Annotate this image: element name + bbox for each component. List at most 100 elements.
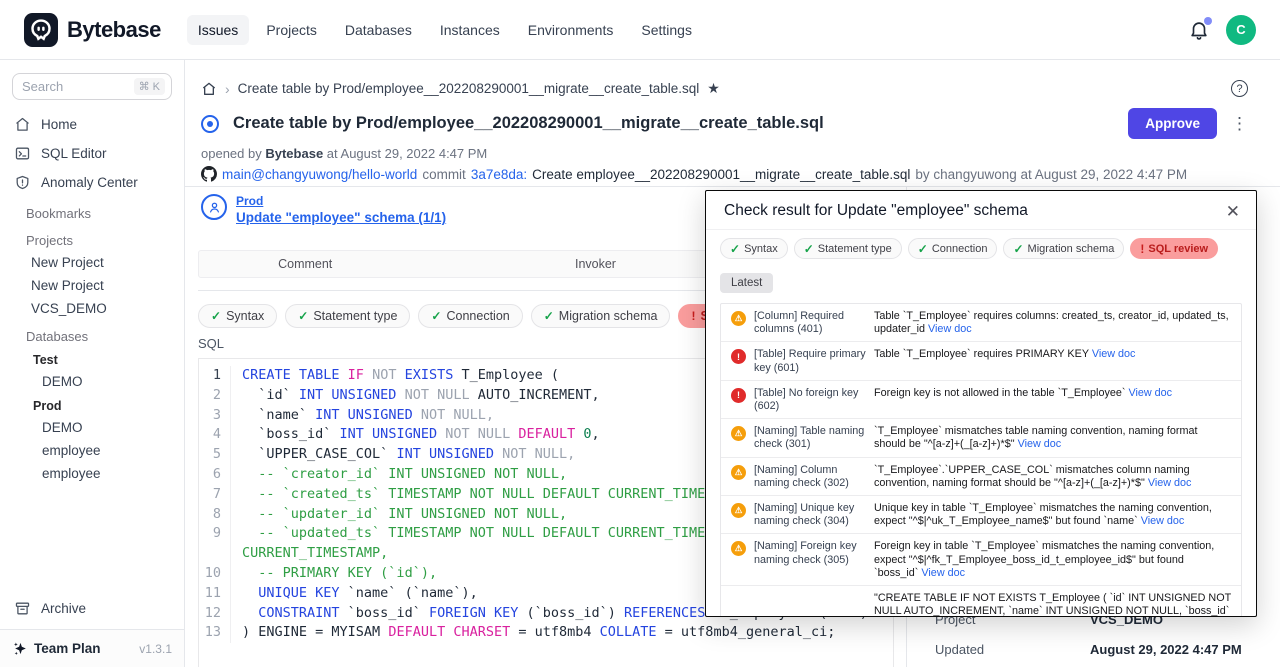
plan-label: Team Plan — [34, 641, 101, 656]
nav-item-issues[interactable]: Issues — [187, 15, 249, 45]
opened-prefix: opened by — [201, 146, 262, 161]
projects-list: New ProjectNew ProjectVCS_DEMO — [0, 251, 184, 320]
view-doc-link[interactable]: View doc — [1141, 515, 1185, 527]
stage-environment-link[interactable]: Prod — [236, 194, 446, 208]
line-number: 3 — [199, 406, 231, 426]
check-pill-connection[interactable]: ✓Connection — [908, 238, 998, 259]
sidebar-item-label: Anomaly Center — [41, 175, 138, 190]
line-number: 9 — [199, 524, 231, 564]
nav-item-projects[interactable]: Projects — [255, 15, 328, 45]
check-pass-icon: ✓ — [431, 309, 441, 323]
left-sidebar: ⌘ K Home SQL Editor Anomaly Center Bookmar… — [0, 60, 185, 667]
sidebar-item-label: SQL Editor — [41, 146, 107, 161]
top-navbar: Bytebase IssuesProjectsDatabasesInstance… — [0, 0, 1280, 60]
project-item-new-project[interactable]: New Project — [0, 251, 184, 274]
plan-row[interactable]: Team Plan v1.3.1 — [0, 629, 184, 667]
modal-check-pills: ✓Syntax✓Statement type✓Connection✓Migrat… — [720, 238, 1242, 259]
sidebar-item-anomaly-center[interactable]: Anomaly Center — [0, 168, 184, 197]
check-pill-label: Migration schema — [1028, 243, 1115, 255]
help-icon[interactable]: ? — [1231, 80, 1248, 97]
commit-hash-link[interactable]: 3a7e8da: — [471, 167, 527, 182]
warning-icon: ⚠ — [731, 503, 746, 518]
search-shortcut-badge: ⌘ K — [134, 78, 165, 95]
nav-item-instances[interactable]: Instances — [429, 15, 511, 45]
project-item-new-project[interactable]: New Project — [0, 274, 184, 297]
bytebase-logo[interactable]: Bytebase — [24, 13, 161, 47]
sidebar-item-sql-editor[interactable]: SQL Editor — [0, 139, 184, 168]
nav-item-environments[interactable]: Environments — [517, 15, 625, 45]
check-description: Foreign key is not allowed in the table … — [874, 386, 1231, 400]
databases-list: TestDEMOProdDEMOemployeeemployee — [0, 347, 184, 485]
check-pill-label: Connection — [446, 309, 509, 323]
issue-title-row: Create table by Prod/employee__202208290… — [201, 108, 1248, 139]
line-number: 10 — [199, 564, 231, 584]
sparkle-icon — [12, 640, 29, 657]
line-number: 11 — [199, 584, 231, 604]
vcs-commit-line: main@changyuwong/hello-world commit 3a7e… — [201, 166, 1187, 182]
check-pill-connection[interactable]: ✓ Connection — [418, 304, 522, 328]
view-doc-link[interactable]: View doc — [1092, 348, 1136, 360]
issue-open-status-icon — [201, 115, 219, 133]
check-pill-label: Syntax — [744, 243, 778, 255]
breadcrumb: › Create table by Prod/employee__2022082… — [201, 80, 720, 97]
check-pill-statement-type[interactable]: ✓Statement type — [285, 304, 410, 328]
check-pill-syntax[interactable]: ✓Syntax — [720, 238, 788, 259]
view-doc-link[interactable]: View doc — [1018, 438, 1062, 450]
warning-icon: ⚠ — [731, 426, 746, 441]
bookmarks-heading: Bookmarks — [0, 197, 184, 224]
sql-section-label: SQL — [198, 336, 224, 351]
database-item-employee[interactable]: employee — [0, 462, 184, 485]
check-pill-migration-schema[interactable]: ✓Migration schema — [1003, 238, 1124, 259]
view-doc-link[interactable]: View doc — [1148, 477, 1192, 489]
check-pills-row: ✓Syntax ✓Statement type ✓ Connection ✓Migrat… — [198, 304, 781, 328]
stage-task-link[interactable]: Update "employee" schema (1/1) — [236, 210, 446, 225]
nav-item-settings[interactable]: Settings — [630, 15, 703, 45]
breadcrumb-title: Create table by Prod/employee__202208290… — [238, 81, 700, 96]
database-item-demo[interactable]: DEMO — [0, 416, 184, 439]
latest-button[interactable]: Latest — [720, 273, 773, 293]
close-icon[interactable]: ✕ — [1226, 203, 1240, 220]
database-item-demo[interactable]: DEMO — [0, 370, 184, 393]
approve-button[interactable]: Approve — [1128, 108, 1217, 139]
check-pass-icon: ✓ — [804, 242, 814, 256]
line-number: 5 — [199, 445, 231, 465]
view-doc-link[interactable]: View doc — [1128, 387, 1172, 399]
check-pill-migration-schema[interactable]: ✓Migration schema — [531, 304, 671, 328]
check-pill-syntax[interactable]: ✓Syntax — [198, 304, 277, 328]
project-item-vcs-demo[interactable]: VCS_DEMO — [0, 297, 184, 320]
github-icon — [201, 166, 217, 182]
check-fail-icon: ! — [1140, 242, 1144, 256]
sidebar-item-home[interactable]: Home — [0, 110, 184, 139]
view-doc-link[interactable]: View doc — [921, 567, 965, 579]
sidebar-item-archive[interactable]: Archive — [0, 594, 184, 623]
bookmark-star-icon[interactable]: ★ — [707, 80, 720, 97]
opened-time: at August 29, 2022 4:47 PM — [327, 146, 487, 161]
error-icon: ! — [731, 388, 746, 403]
warning-icon: ⚠ — [731, 541, 746, 556]
check-description: `T_Employee` mismatches table naming con… — [874, 424, 1231, 451]
check-pill-sql-review[interactable]: ! SQL review — [1130, 238, 1218, 259]
search-box: ⌘ K — [12, 73, 172, 100]
environment-label-prod: Prod — [0, 393, 184, 416]
check-pill-statement-type[interactable]: ✓Statement type — [794, 238, 902, 259]
check-description: Table `T_Employee` requires PRIMARY KEY … — [874, 347, 1231, 361]
commit-branch-link[interactable]: main@changyuwong/hello-world — [222, 167, 417, 182]
user-avatar[interactable]: C — [1226, 15, 1256, 45]
view-doc-link[interactable]: View doc — [928, 323, 972, 335]
check-rule-name: [Naming] Column naming check (302) — [754, 463, 866, 490]
database-item-employee[interactable]: employee — [0, 439, 184, 462]
comment-column-header: Comment — [199, 257, 411, 271]
nav-item-databases[interactable]: Databases — [334, 15, 423, 45]
warning-icon: ⚠ — [731, 465, 746, 480]
sql-code-text: ) ENGINE = MYISAM DEFAULT CHARSET = utf8… — [231, 623, 879, 643]
home-breadcrumb-icon[interactable] — [201, 81, 217, 97]
check-pass-icon: ✓ — [544, 309, 554, 323]
check-description: "CREATE TABLE IF NOT EXISTS T_Employee (… — [874, 591, 1231, 617]
more-actions-icon[interactable]: ⋮ — [1231, 119, 1248, 129]
check-pill-label: SQL review — [1148, 243, 1208, 255]
notification-bell-icon[interactable] — [1188, 19, 1210, 41]
line-number: 1 — [199, 366, 231, 386]
line-number: 4 — [199, 425, 231, 445]
search-input[interactable] — [22, 79, 134, 94]
check-row: "CREATE TABLE IF NOT EXISTS T_Employee (… — [721, 585, 1241, 617]
